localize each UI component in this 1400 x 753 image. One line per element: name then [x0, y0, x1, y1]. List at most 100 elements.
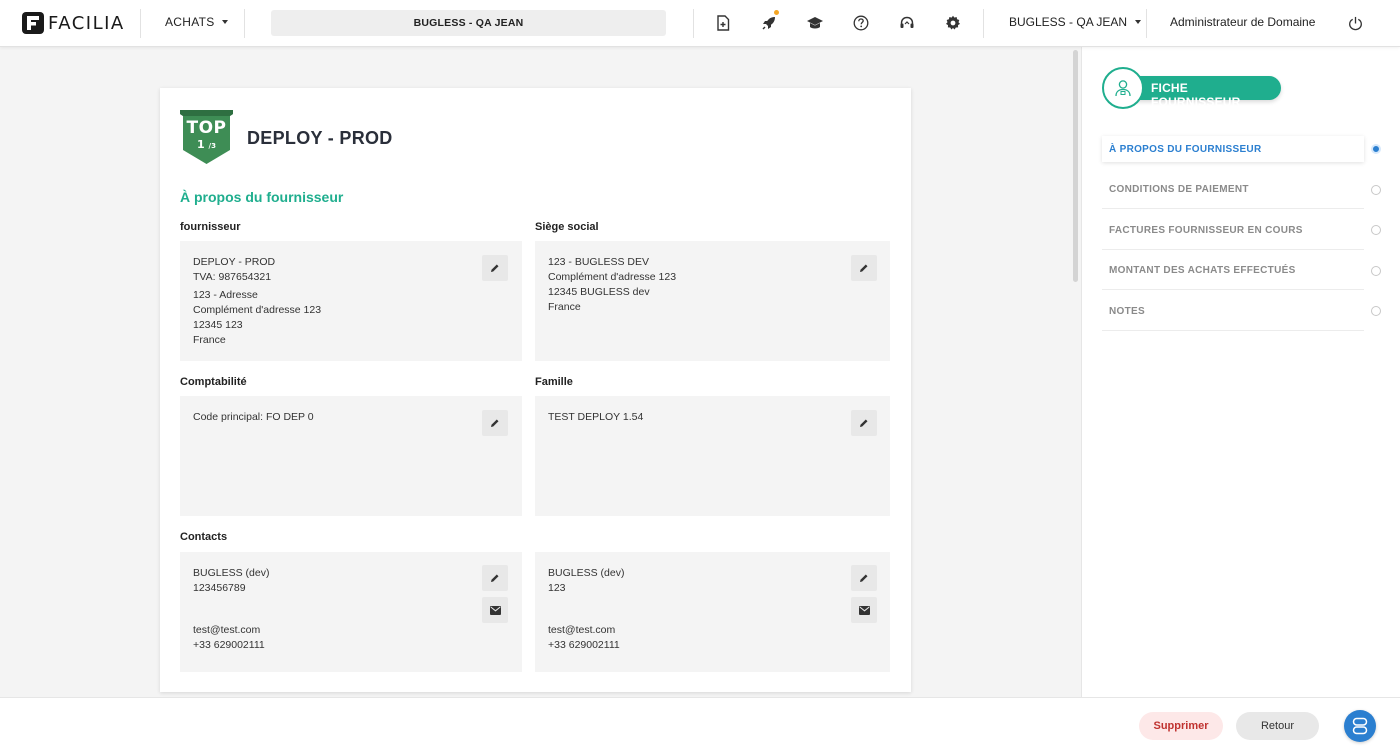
- nav-item-conditions-paiement[interactable]: CONDITIONS DE PAIEMENT: [1102, 176, 1364, 202]
- graduation-cap-icon: [807, 17, 823, 29]
- siege-address: 123 - BUGLESS DEV: [548, 256, 649, 268]
- training-button[interactable]: [805, 13, 825, 33]
- supplier-name-title: DEPLOY - PROD: [247, 128, 393, 148]
- nav-dot[interactable]: [1371, 225, 1381, 235]
- help-button[interactable]: [851, 13, 871, 33]
- notification-dot: [774, 10, 779, 15]
- caret-down-icon: [221, 20, 228, 24]
- envelope-icon: [858, 605, 870, 615]
- pencil-icon: [860, 419, 868, 427]
- nav-item-notes[interactable]: NOTES: [1102, 298, 1364, 324]
- edit-comptabilite-button[interactable]: [482, 410, 508, 436]
- headset-icon: [900, 16, 914, 28]
- edit-contact-button[interactable]: [482, 565, 508, 591]
- pencil-icon: [491, 264, 499, 272]
- user-role-label[interactable]: Administrateur de Domaine: [1170, 15, 1315, 29]
- rocket-icon: [762, 17, 775, 30]
- edit-siege-button[interactable]: [851, 255, 877, 281]
- pencil-icon: [860, 574, 868, 582]
- rocket-button[interactable]: [759, 10, 779, 33]
- fournisseur-country: France: [193, 334, 226, 346]
- pencil-icon: [860, 264, 868, 272]
- comptabilite-code: Code principal: FO DEP 0: [193, 411, 314, 423]
- badge-rank-value: 1: [197, 138, 205, 151]
- divider: [244, 9, 245, 38]
- fournisseur-address2: Complément d'adresse 123: [193, 304, 322, 316]
- fournisseur-address: 123 - Adresse: [193, 289, 258, 301]
- edit-fournisseur-button[interactable]: [482, 255, 508, 281]
- new-document-icon: [717, 15, 730, 31]
- contact-name: BUGLESS (dev): [193, 567, 270, 579]
- nav-dot[interactable]: [1371, 266, 1381, 276]
- section-title-about: À propos du fournisseur: [180, 189, 344, 205]
- edit-famille-button[interactable]: [851, 410, 877, 436]
- top-rank-badge: TOP 1 /3: [180, 110, 233, 166]
- divider: [983, 9, 984, 38]
- contact-card: BUGLESS (dev) 123 test@test.com +33 6290…: [535, 552, 890, 672]
- fournisseur-label: fournisseur: [180, 221, 241, 233]
- facilia-logo-icon: [22, 12, 44, 34]
- nav-dot-active[interactable]: [1371, 144, 1381, 154]
- siege-city: 12345 BUGLESS dev: [548, 286, 650, 298]
- nav-item-factures-en-cours[interactable]: FACTURES FOURNISSEUR EN COURS: [1102, 217, 1364, 243]
- company-switcher-menu[interactable]: BUGLESS - QA JEAN: [1009, 15, 1142, 29]
- logout-button[interactable]: [1345, 13, 1365, 33]
- contact-phone: +33 629002111: [193, 639, 265, 651]
- contact-card: BUGLESS (dev) 123456789 test@test.com +3…: [180, 552, 522, 672]
- settings-button[interactable]: [943, 13, 963, 33]
- famille-value: TEST DEPLOY 1.54: [548, 411, 644, 423]
- contacts-label: Contacts: [180, 531, 228, 543]
- fiche-fournisseur-title: FICHE FOURNISSEUR: [1151, 81, 1241, 109]
- nav-item-a-propos[interactable]: À PROPOS DU FOURNISSEUR: [1102, 136, 1364, 162]
- siege-address2: Complément d'adresse 123: [548, 271, 677, 283]
- nav-divider: [1102, 249, 1364, 250]
- nav-divider: [1102, 289, 1364, 290]
- contact-name: BUGLESS (dev): [548, 567, 625, 579]
- logo-text: FACILIA: [48, 12, 125, 34]
- contact-phone-main: 123: [548, 582, 566, 594]
- current-company-box[interactable]: BUGLESS - QA JEAN: [271, 10, 666, 36]
- assistant-icon: [1352, 717, 1368, 735]
- comptabilite-box: Code principal: FO DEP 0: [180, 396, 522, 516]
- email-contact-button[interactable]: [482, 597, 508, 623]
- comptabilite-label: Comptabilité: [180, 376, 247, 388]
- badge-rank-total: /3: [208, 142, 216, 150]
- fournisseur-box: DEPLOY - PROD TVA: 987654321 123 - Adres…: [180, 241, 522, 361]
- famille-label: Famille: [535, 376, 573, 388]
- new-document-button[interactable]: [713, 13, 733, 33]
- nav-item-montant-achats[interactable]: MONTANT DES ACHATS EFFECTUÉS: [1102, 257, 1364, 283]
- power-icon: [1348, 16, 1362, 30]
- fournisseur-tva: TVA: 987654321: [193, 271, 272, 283]
- fiche-fournisseur-header: FICHE FOURNISSEUR: [1102, 67, 1281, 109]
- supplier-person-icon: [1115, 80, 1131, 97]
- fournisseur-name: DEPLOY - PROD: [193, 256, 276, 268]
- badge-rank: 1 /3: [180, 138, 233, 151]
- support-button[interactable]: [897, 13, 917, 33]
- email-contact-button[interactable]: [851, 597, 877, 623]
- module-menu-label: ACHATS: [165, 15, 215, 29]
- contact-email: test@test.com: [193, 624, 261, 636]
- contact-phone-main: 123456789: [193, 582, 246, 594]
- right-navigation-panel: FICHE FOURNISSEUR À PROPOS DU FOURNISSEU…: [1081, 47, 1400, 697]
- scrollbar-thumb[interactable]: [1073, 50, 1078, 282]
- divider: [140, 9, 141, 38]
- delete-button[interactable]: Supprimer: [1139, 712, 1223, 740]
- bottom-action-bar: Supprimer Retour: [0, 697, 1400, 753]
- back-button[interactable]: Retour: [1236, 712, 1319, 740]
- nav-divider: [1102, 330, 1364, 331]
- contact-phone: +33 629002111: [548, 639, 620, 651]
- facilia-logo[interactable]: FACILIA: [22, 12, 125, 34]
- badge-top-label: TOP: [186, 118, 227, 138]
- edit-contact-button[interactable]: [851, 565, 877, 591]
- assistant-button[interactable]: [1344, 710, 1376, 742]
- nav-dot[interactable]: [1371, 306, 1381, 316]
- contact-email: test@test.com: [548, 624, 616, 636]
- pencil-icon: [491, 574, 499, 582]
- fournisseur-city: 12345 123: [193, 319, 243, 331]
- help-icon: [853, 15, 869, 31]
- module-menu-achats[interactable]: ACHATS: [165, 15, 228, 29]
- siege-box: 123 - BUGLESS DEV Complément d'adresse 1…: [535, 241, 890, 361]
- nav-dot[interactable]: [1371, 185, 1381, 195]
- company-switcher-label: BUGLESS - QA JEAN: [1009, 15, 1128, 29]
- gear-icon: [946, 15, 960, 30]
